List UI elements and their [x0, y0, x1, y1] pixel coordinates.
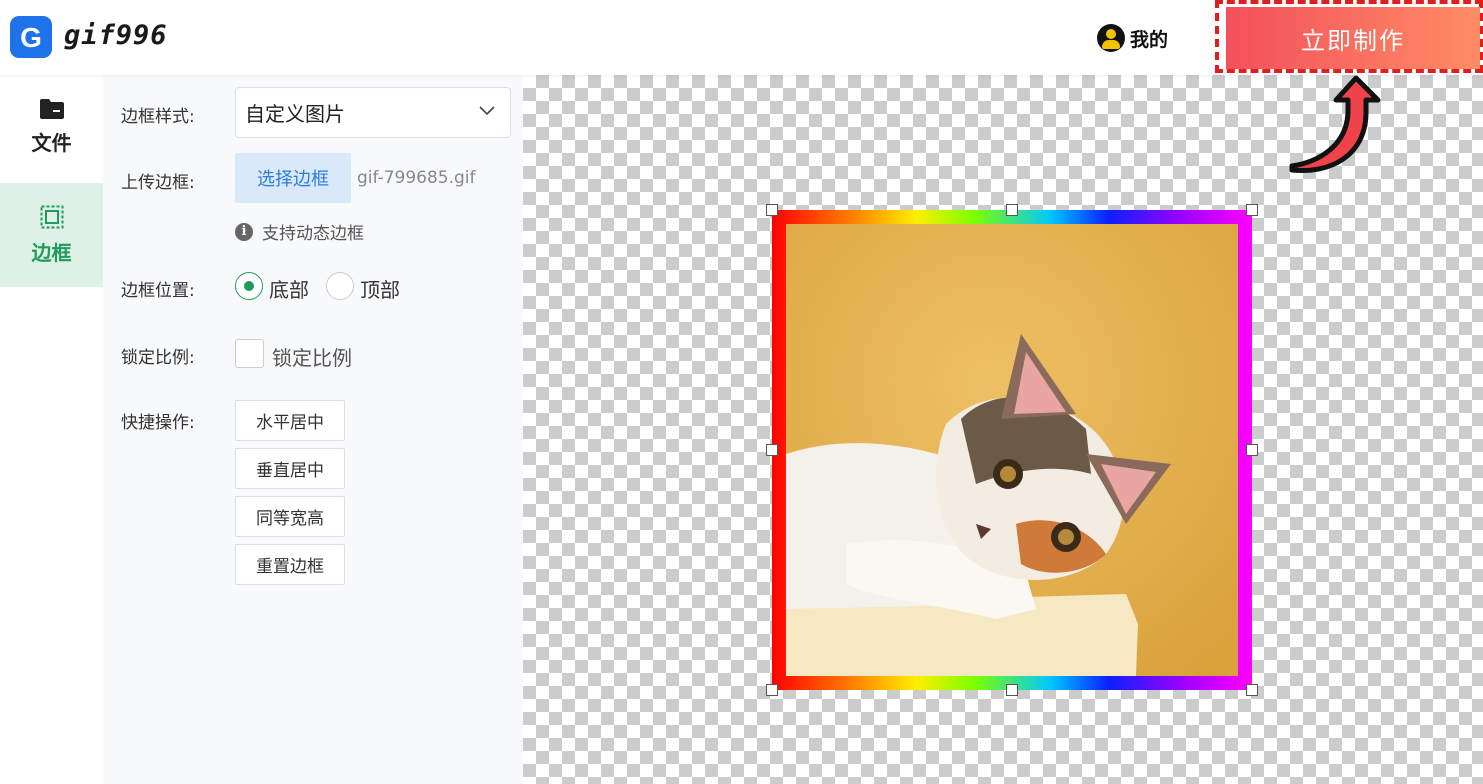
frame-position-label: 边框位置: — [121, 281, 195, 301]
gradient-frame[interactable] — [772, 210, 1252, 690]
settings-panel: 边框样式: 自定义图片 上传边框: 选择边框 gif-799685.gif i … — [103, 75, 523, 784]
frame-hint: i 支持动态边框 — [235, 219, 364, 244]
resize-handle-top-left[interactable] — [766, 204, 778, 216]
info-icon: i — [235, 222, 253, 241]
make-now-button[interactable]: 立即制作 — [1226, 7, 1480, 69]
sidebar-item-frame[interactable]: 边框 — [0, 183, 103, 287]
sidebar-item-file[interactable]: 文件 — [0, 75, 103, 179]
lock-ratio-checkbox-label[interactable]: 锁定比例 — [272, 342, 352, 371]
resize-handle-bottom-left[interactable] — [766, 684, 778, 696]
logo-icon[interactable]: G — [10, 16, 52, 58]
frame-style-select[interactable]: 自定义图片 — [235, 87, 511, 138]
position-bottom-radio[interactable] — [235, 272, 263, 300]
reset-frame-button[interactable]: 重置边框 — [235, 544, 345, 585]
resize-handle-bottom-right[interactable] — [1246, 684, 1258, 696]
brand-name[interactable]: gif996 — [64, 20, 168, 51]
lock-ratio-checkbox[interactable] — [235, 339, 264, 368]
equal-size-button[interactable]: 同等宽高 — [235, 496, 345, 537]
resize-handle-top[interactable] — [1006, 204, 1018, 216]
upload-frame-label: 上传边框: — [121, 173, 195, 193]
cat-photo — [786, 224, 1238, 676]
resize-handle-left[interactable] — [766, 444, 778, 456]
uploaded-filename: gif-799685.gif — [357, 168, 476, 188]
resize-handle-top-right[interactable] — [1246, 204, 1258, 216]
center-vertical-button[interactable]: 垂直居中 — [235, 448, 345, 489]
frame-style-value: 自定义图片 — [245, 102, 345, 126]
user-menu-label: 我的 — [1130, 28, 1169, 51]
frame-hint-text: 支持动态边框 — [262, 224, 364, 244]
user-avatar-icon — [1097, 24, 1125, 52]
frame-style-label: 边框样式: — [121, 107, 195, 127]
pointer-arrow-icon — [1289, 75, 1381, 174]
choose-frame-button[interactable]: 选择边框 — [235, 153, 351, 203]
lock-ratio-label: 锁定比例: — [121, 348, 195, 368]
chevron-down-icon — [479, 106, 495, 116]
sidebar-item-label: 边框 — [31, 240, 72, 265]
resize-handle-bottom[interactable] — [1006, 684, 1018, 696]
frame-icon — [40, 205, 63, 228]
user-menu[interactable]: 我的 — [1097, 24, 1168, 52]
position-bottom-label[interactable]: 底部 — [269, 274, 309, 303]
resize-handle-right[interactable] — [1246, 444, 1258, 456]
position-top-label[interactable]: 顶部 — [360, 274, 400, 303]
svg-text:G: G — [20, 22, 42, 53]
top-header: G gif996 我的 立即制作 — [0, 0, 1483, 174]
sidebar: 文件 边框 — [0, 75, 103, 784]
position-top-radio[interactable] — [326, 272, 354, 300]
folder-icon — [39, 98, 64, 119]
center-horizontal-button[interactable]: 水平居中 — [235, 400, 345, 441]
sidebar-item-label: 文件 — [31, 130, 72, 155]
quick-actions-label: 快捷操作: — [121, 413, 195, 433]
